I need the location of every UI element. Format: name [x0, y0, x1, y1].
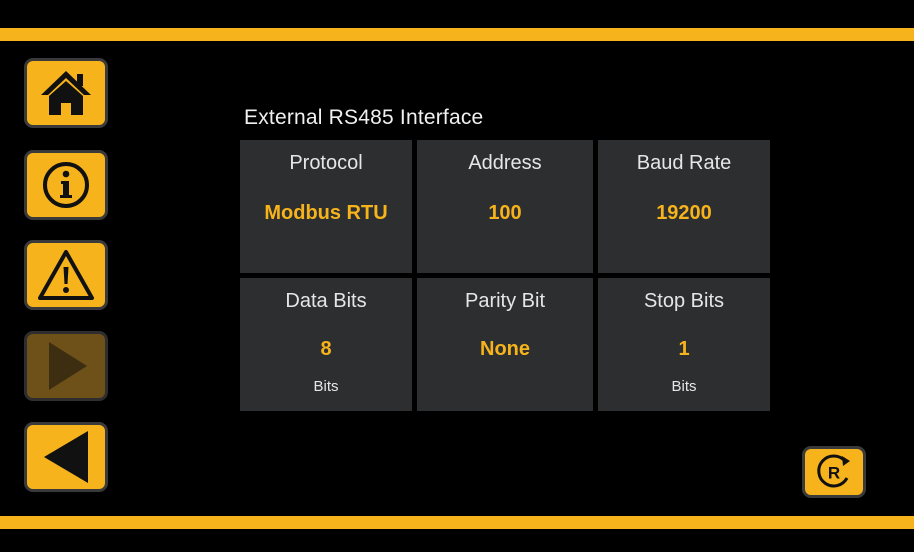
data-bits-label: Data Bits [285, 290, 367, 312]
data-bits-unit: Bits [313, 378, 339, 395]
home-icon [41, 71, 91, 115]
stop-bits-label: Stop Bits [643, 290, 725, 312]
back-button[interactable] [24, 422, 108, 492]
stop-bits-value: 1 [678, 338, 690, 360]
home-button[interactable] [24, 58, 108, 128]
parity-bit-tile[interactable]: Parity Bit None [417, 278, 593, 411]
parity-bit-label: Parity Bit [464, 290, 546, 312]
reset-glyph: R [828, 464, 840, 483]
address-value: 100 [488, 202, 522, 224]
info-icon [43, 162, 89, 208]
protocol-tile[interactable]: Protocol Modbus RTU [240, 140, 412, 273]
protocol-label: Protocol [289, 152, 363, 174]
address-tile[interactable]: Address 100 [417, 140, 593, 273]
reset-icon: R [817, 454, 850, 488]
address-label: Address [468, 152, 542, 174]
info-button[interactable] [24, 150, 108, 220]
stop-bits-tile[interactable]: Stop Bits 1 Bits [598, 278, 770, 411]
baud-rate-value: 19200 [656, 202, 712, 224]
top-accent-bar [0, 28, 914, 41]
warning-button[interactable] [24, 240, 108, 310]
baud-rate-tile[interactable]: Baud Rate 19200 [598, 140, 770, 273]
data-bits-value: 8 [320, 338, 332, 360]
stop-bits-unit: Bits [671, 378, 697, 395]
section-title: External RS485 Interface [244, 106, 484, 129]
protocol-value: Modbus RTU [264, 202, 388, 224]
data-bits-tile[interactable]: Data Bits 8 Bits [240, 278, 412, 411]
back-icon [44, 431, 88, 483]
play-button[interactable] [24, 331, 108, 401]
baud-rate-label: Baud Rate [636, 152, 732, 174]
reset-button[interactable]: R [802, 446, 866, 498]
settings-grid: Protocol Modbus RTU Address 100 Baud Rat… [240, 140, 770, 411]
bottom-accent-bar [0, 516, 914, 529]
play-icon [49, 342, 87, 390]
parity-bit-value: None [480, 338, 530, 360]
warning-icon [38, 250, 94, 300]
